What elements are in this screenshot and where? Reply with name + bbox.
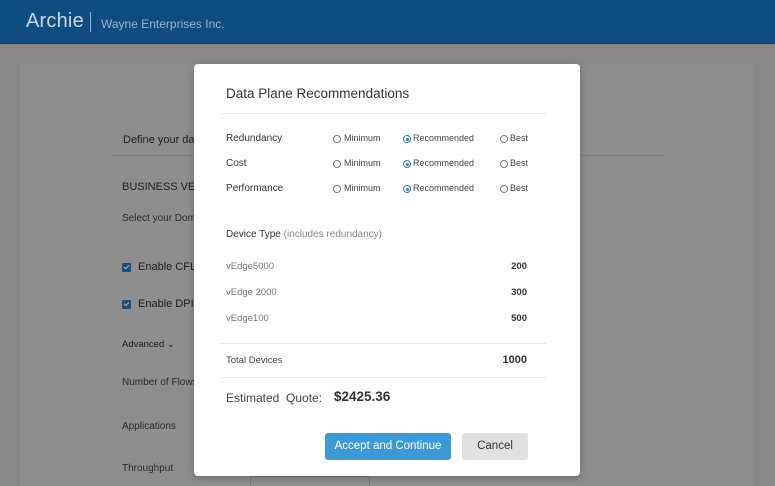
cancel-button[interactable]: Cancel [462,433,528,460]
section-heading: BUSINESS VER [122,181,204,193]
field-throughput: Throughput [122,463,174,474]
redundancy-best-label: Best [510,133,529,143]
device-name: vEdge100 [226,313,269,324]
redundancy-best-radio[interactable] [500,135,508,143]
redundancy-label: Redundancy [226,133,283,144]
organization-name: Wayne Enterprises Inc. [101,17,225,31]
redundancy-recommended-radio[interactable] [403,135,411,143]
device-count: 200 [511,261,527,272]
total-divider [220,377,546,378]
header-divider [90,12,91,32]
device-type-note: (includes redundancy) [283,229,383,240]
advanced-toggle[interactable]: Advanced ⌄ [122,339,175,350]
performance-minimum-label: Minimum [344,183,381,193]
cost-label: Cost [226,158,247,169]
total-devices-label: Total Devices [226,355,283,366]
cost-minimum-radio[interactable] [333,160,341,168]
device-count: 300 [511,287,527,298]
performance-label: Performance [226,183,284,194]
cost-recommended-radio[interactable] [403,160,411,168]
device-name: vEdge5000 [226,261,275,272]
cost-best-label: Best [510,158,529,168]
recommendations-modal: Data Plane Recommendations Redundancy Mi… [194,64,580,476]
redundancy-minimum-radio[interactable] [333,135,341,143]
top-bar: Archie Wayne Enterprises Inc. [0,0,775,44]
redundancy-minimum-label: Minimum [344,133,381,143]
redundancy-recommended-label: Recommended [413,133,475,143]
enable-cfl-label: Enable CFL [138,261,197,273]
throughput-input[interactable] [250,476,370,486]
enable-cfl-checkbox[interactable] [122,263,131,272]
cost-recommended-label: Recommended [413,158,475,168]
section-sub: Select your Dom [122,213,196,224]
performance-best-radio[interactable] [500,185,508,193]
step-label: Define your data [123,134,204,146]
app-name: Archie [26,10,84,32]
device-name: vEdge 2000 [226,287,277,298]
chevron-down-icon: ⌄ [166,339,175,350]
cost-minimum-label: Minimum [344,158,381,168]
field-applications: Applications [122,421,176,432]
advanced-label: Advanced [122,339,165,350]
field-number-of-flows: Number of Flows [122,377,198,388]
accept-continue-button[interactable]: Accept and Continue [325,433,451,460]
cost-best-radio[interactable] [500,160,508,168]
title-divider [220,113,546,114]
device-type-title: Device Type [226,229,281,240]
device-type-heading: Device Type (includes redundancy) [226,229,382,240]
total-devices-value: 1000 [502,354,527,366]
estimated-quote-label: Estimated Quote: [226,391,323,405]
enable-dpi-label: Enable DPI [138,298,194,310]
estimated-quote-value: $2425.36 [334,389,391,404]
devices-divider [220,343,546,344]
performance-minimum-radio[interactable] [333,185,341,193]
modal-title: Data Plane Recommendations [226,86,410,101]
performance-recommended-radio[interactable] [403,185,411,193]
enable-dpi-checkbox[interactable] [122,300,131,309]
performance-best-label: Best [510,183,529,193]
device-count: 500 [511,313,527,324]
performance-recommended-label: Recommended [413,183,475,193]
